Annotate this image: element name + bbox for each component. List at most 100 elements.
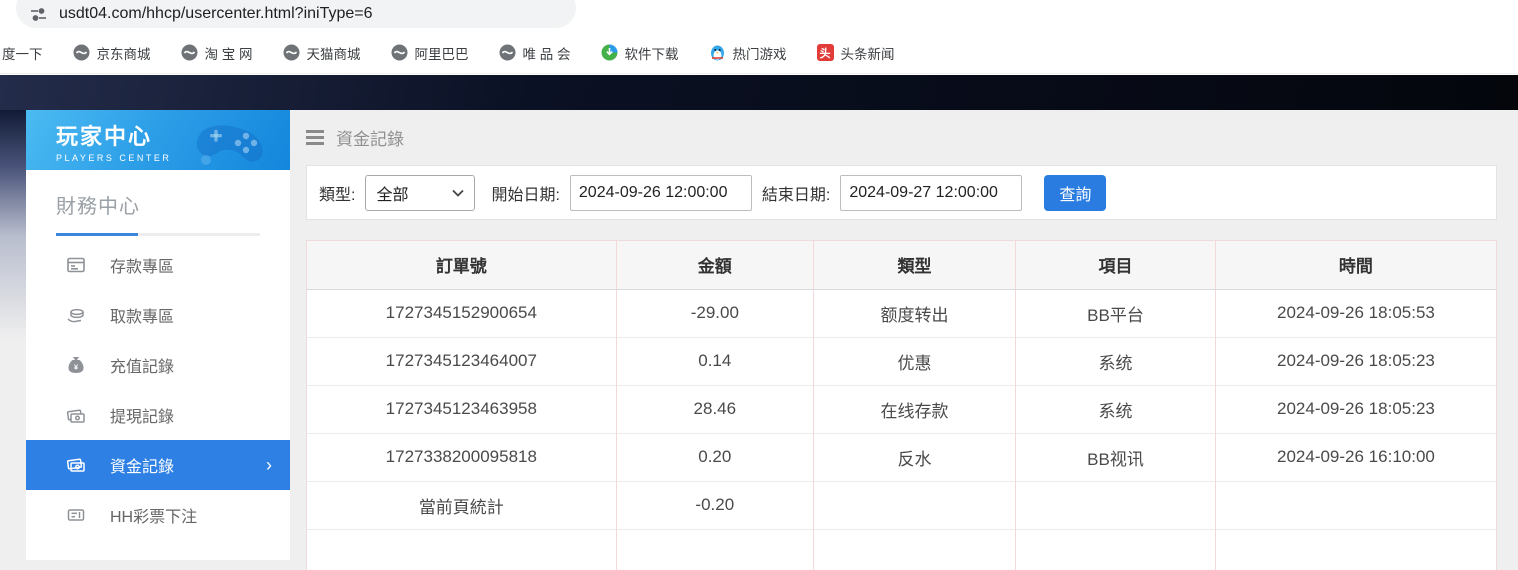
section-underline <box>56 233 260 236</box>
cell-type: 在线存款 <box>813 385 1015 433</box>
withdraw-icon <box>66 305 86 325</box>
filter-bar: 類型: 全部 開始日期: 結束日期: 查詢 <box>306 165 1497 220</box>
chevron-right-icon: › <box>266 455 272 476</box>
page-title: 資金記錄 <box>336 125 404 150</box>
funds-record-icon <box>66 455 86 475</box>
bookmark-toutiao-news[interactable]: 头 头条新闻 <box>817 43 895 63</box>
col-time: 時間 <box>1215 241 1496 289</box>
cell-amount: -29.00 <box>616 289 813 337</box>
bookmark-baidu[interactable]: 度一下 <box>2 43 43 63</box>
site-settings-icon[interactable] <box>30 6 47 23</box>
recharge-record-icon: ¥ <box>66 355 86 375</box>
breadcrumb: 資金記錄 <box>306 110 1497 165</box>
table-row: 1727338200095818 0.20 反水 BB视讯 2024-09-26… <box>307 433 1496 481</box>
cell-project: 系统 <box>1016 385 1216 433</box>
type-label: 類型: <box>319 181 355 205</box>
cell-order-no: 1727345123463958 <box>307 385 616 433</box>
deposit-icon <box>66 255 86 275</box>
bookmark-label: 天猫商城 <box>307 43 361 63</box>
sidebar-item-label: 存款專區 <box>110 253 174 277</box>
bookmark-label: 热门游戏 <box>733 43 787 63</box>
bookmark-label: 度一下 <box>2 43 43 63</box>
sidebar-item-label: HH彩票下注 <box>110 503 197 527</box>
sidebar-item-bet-records[interactable]: 魔家投註記錄 <box>26 540 290 554</box>
sidebar-item-withdraw-zone[interactable]: 取款專區 <box>26 290 290 340</box>
sidebar-menu: 存款專區 取款專區 ¥ 充值記錄 <box>26 240 290 554</box>
section-title-finance-center: 財務中心 <box>56 196 140 218</box>
bookmark-label: 唯 品 会 <box>523 43 571 63</box>
globe-icon <box>391 44 408 61</box>
bookmark-label: 京东商城 <box>97 43 151 63</box>
bookmark-vip[interactable]: 唯 品 会 <box>499 43 571 63</box>
players-center-header: 玩家中心 PLAYERS CENTER <box>26 110 290 170</box>
cell-time: 2024-09-26 18:05:53 <box>1215 289 1496 337</box>
cell-amount: 0.20 <box>616 433 813 481</box>
software-download-icon <box>601 44 618 61</box>
bookmark-software-download[interactable]: 软件下载 <box>601 43 679 63</box>
sidebar-item-hh-lottery-bets[interactable]: HH彩票下注 <box>26 490 290 540</box>
page-top-banner <box>0 75 1518 110</box>
end-date-label: 結束日期: <box>762 181 830 205</box>
cell-amount: 28.46 <box>616 385 813 433</box>
url-text[interactable]: usdt04.com/hhcp/usercenter.html?iniType=… <box>59 5 373 23</box>
bookmark-jd[interactable]: 京东商城 <box>73 43 151 63</box>
browser-chrome: usdt04.com/hhcp/usercenter.html?iniType=… <box>0 0 1518 75</box>
col-order-no: 訂單號 <box>307 241 616 289</box>
sidebar-item-label: 取款專區 <box>110 303 174 327</box>
cell-order-no: 1727345123464007 <box>307 337 616 385</box>
cell-project: BB平台 <box>1016 289 1216 337</box>
menu-hamburger-icon[interactable] <box>306 130 324 145</box>
table-row-partial <box>307 529 1496 570</box>
site-viewport: 玩家中心 PLAYERS CENTER 財務中心 <box>0 75 1518 570</box>
bookmark-tmall[interactable]: 天猫商城 <box>283 43 361 63</box>
bookmark-label: 阿里巴巴 <box>415 43 469 63</box>
main-content: 資金記錄 類型: 全部 開始日期: 結束日期: 查詢 訂單號 金額 類型 <box>306 110 1497 570</box>
sidebar-item-recharge-records[interactable]: ¥ 充值記錄 <box>26 340 290 390</box>
table-row-page-summary: 當前頁統計 -0.20 <box>307 481 1496 529</box>
search-button[interactable]: 查詢 <box>1044 175 1106 211</box>
sidebar-item-label: 資金記錄 <box>110 453 174 477</box>
bookmark-taobao[interactable]: 淘 宝 网 <box>181 43 253 63</box>
gamepad-icon <box>184 116 276 166</box>
bookmark-alibaba[interactable]: 阿里巴巴 <box>391 43 469 63</box>
start-date-input[interactable] <box>570 175 752 211</box>
sidebar-item-deposit-zone[interactable]: 存款專區 <box>26 240 290 290</box>
bookmark-hot-games[interactable]: 热门游戏 <box>709 43 787 63</box>
cell-amount: 0.14 <box>616 337 813 385</box>
bookmark-label: 淘 宝 网 <box>205 43 253 63</box>
lottery-bet-icon <box>66 505 86 525</box>
funds-table: 訂單號 金額 類型 項目 時間 1727345152900654 -29.00 … <box>306 240 1497 570</box>
type-select[interactable]: 全部 <box>365 175 475 211</box>
bookmarks-bar: 度一下 京东商城 淘 宝 网 天猫商城 阿里巴巴 <box>0 32 1518 74</box>
cell-summary-amount: -0.20 <box>616 481 813 529</box>
cell-summary-label: 當前頁統計 <box>307 481 616 529</box>
col-amount: 金額 <box>616 241 813 289</box>
table-row: 1727345152900654 -29.00 额度转出 BB平台 2024-0… <box>307 289 1496 337</box>
cell-empty <box>307 529 616 570</box>
withdrawal-record-icon <box>66 405 86 425</box>
table-header-row: 訂單號 金額 類型 項目 時間 <box>307 241 1496 289</box>
bookmark-label: 头条新闻 <box>841 43 895 63</box>
bookmark-label: 软件下载 <box>625 43 679 63</box>
globe-icon <box>181 44 198 61</box>
cell-project: 系统 <box>1016 337 1216 385</box>
address-bar[interactable]: usdt04.com/hhcp/usercenter.html?iniType=… <box>16 0 576 28</box>
col-type: 類型 <box>813 241 1015 289</box>
end-date-input[interactable] <box>840 175 1022 211</box>
sidebar-item-funds-records[interactable]: 資金記錄 › <box>26 440 290 490</box>
table-row: 1727345123463958 28.46 在线存款 系统 2024-09-2… <box>307 385 1496 433</box>
cell-order-no: 1727338200095818 <box>307 433 616 481</box>
sidebar-item-withdrawal-records[interactable]: 提現記錄 <box>26 390 290 440</box>
cell-empty <box>1215 481 1496 529</box>
globe-icon <box>283 44 300 61</box>
cell-type: 反水 <box>813 433 1015 481</box>
cell-empty <box>1016 481 1216 529</box>
globe-icon <box>499 44 516 61</box>
cell-project: BB视讯 <box>1016 433 1216 481</box>
table-row: 1727345123464007 0.14 优惠 系统 2024-09-26 1… <box>307 337 1496 385</box>
sidebar-item-label: 魔家投註記錄 <box>110 553 206 554</box>
type-select-value: 全部 <box>376 181 408 205</box>
cell-empty <box>1215 529 1496 570</box>
cell-empty <box>813 529 1015 570</box>
cell-empty <box>813 481 1015 529</box>
